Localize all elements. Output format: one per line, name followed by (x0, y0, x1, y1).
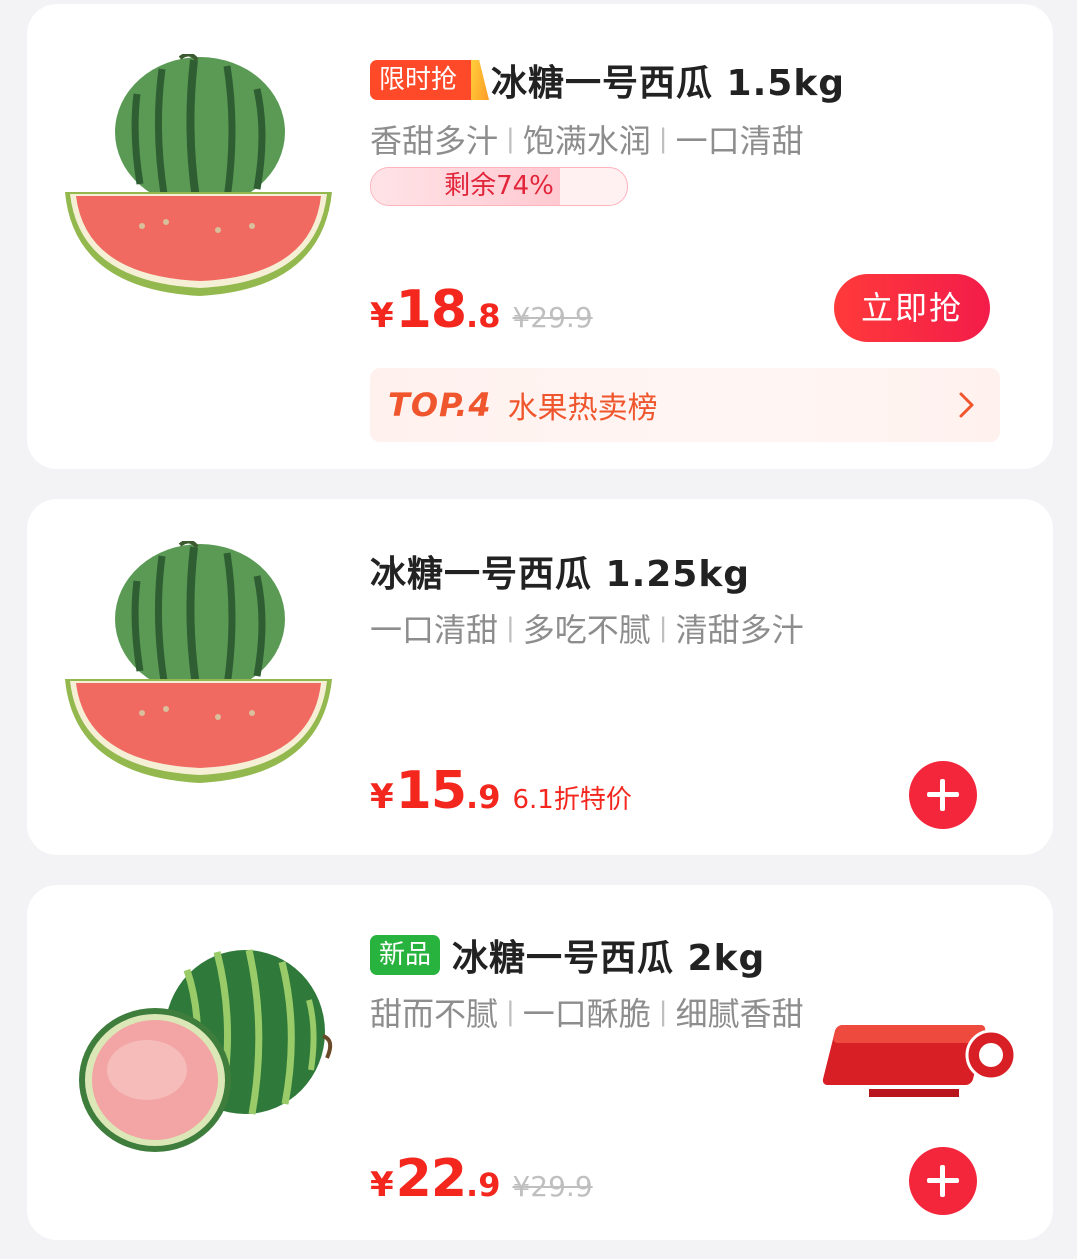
feature-text: 一口清甜 (370, 611, 499, 649)
feature-text: 细腻香甜 (675, 995, 804, 1033)
product-title: 冰糖一号西瓜 1.5kg (491, 63, 846, 104)
price-integer: 18 (395, 280, 467, 340)
product-card-1[interactable]: 限时抢 冰糖一号西瓜 1.5kg 香甜多汁 | 饱满水润 | 一口清甜 剩余74… (27, 4, 1053, 469)
price-decimal: .9 (466, 1166, 501, 1204)
feature-text: 多吃不腻 (522, 611, 651, 649)
original-price: ¥29.9 (512, 1170, 593, 1203)
feature-text: 清甜多汁 (675, 611, 804, 649)
discount-label: 6.1折特价 (512, 785, 632, 815)
chevron-right-icon (959, 392, 974, 418)
buy-now-button[interactable]: 立即抢 (834, 274, 990, 342)
price-integer: 22 (395, 1149, 467, 1209)
separator: | (506, 613, 515, 643)
product-features: 甜而不腻 | 一口酥脆 | 细腻香甜 (370, 989, 804, 1035)
feature-text: 一口清甜 (675, 122, 804, 160)
feature-text: 饱满水润 (522, 122, 651, 160)
feature-text: 香甜多汁 (370, 122, 499, 160)
new-product-tag: 新品 (370, 935, 441, 975)
stock-progress-bar: 剩余74% (370, 167, 628, 206)
feature-text: 甜而不腻 (370, 995, 499, 1033)
rank-label: 水果热卖榜 (507, 391, 658, 426)
feature-text: 一口酥脆 (522, 995, 651, 1033)
watermelon-image (65, 541, 332, 783)
original-price: ¥29.9 (512, 301, 593, 334)
stock-label: 剩余74% (444, 171, 554, 201)
title-row: 冰糖一号西瓜 1.25kg (370, 545, 750, 597)
price-decimal: .9 (466, 778, 501, 816)
product-card-3[interactable]: 新品 冰糖一号西瓜 2kg 甜而不腻 | 一口酥脆 | 细腻香甜 ¥ 22 .9… (27, 885, 1053, 1240)
add-to-cart-button[interactable] (909, 1147, 977, 1215)
product-features: 香甜多汁 | 饱满水润 | 一口清甜 (370, 116, 804, 162)
watermelon-image (65, 54, 332, 296)
news-watermark-logo (822, 1025, 1017, 1097)
hot-rank-banner[interactable]: TOP.4 水果热卖榜 (370, 368, 1000, 442)
price: ¥ 18 .8 ¥29.9 (370, 280, 593, 340)
currency-symbol: ¥ (370, 1165, 394, 1205)
price-integer: 15 (395, 761, 467, 821)
title-row: 限时抢 冰糖一号西瓜 1.5kg (370, 54, 845, 106)
rank-number: TOP.4 (388, 386, 492, 424)
separator: | (506, 997, 515, 1027)
product-card-2[interactable]: 冰糖一号西瓜 1.25kg 一口清甜 | 多吃不腻 | 清甜多汁 ¥ 15 .9… (27, 499, 1053, 855)
title-row: 新品 冰糖一号西瓜 2kg (370, 929, 765, 981)
flash-sale-tag: 限时抢 (370, 60, 480, 100)
add-to-cart-button[interactable] (909, 761, 977, 829)
product-title: 冰糖一号西瓜 1.25kg (370, 554, 751, 595)
separator: | (658, 613, 668, 643)
separator: | (506, 124, 515, 154)
watermelon-image (79, 949, 333, 1152)
product-features: 一口清甜 | 多吃不腻 | 清甜多汁 (370, 605, 804, 651)
separator: | (658, 124, 668, 154)
price: ¥ 22 .9 ¥29.9 (370, 1149, 593, 1209)
product-title: 冰糖一号西瓜 2kg (452, 938, 766, 979)
separator: | (658, 997, 668, 1027)
currency-symbol: ¥ (370, 777, 394, 817)
price: ¥ 15 .9 6.1折特价 (370, 761, 632, 821)
currency-symbol: ¥ (370, 296, 394, 336)
price-decimal: .8 (466, 297, 501, 335)
